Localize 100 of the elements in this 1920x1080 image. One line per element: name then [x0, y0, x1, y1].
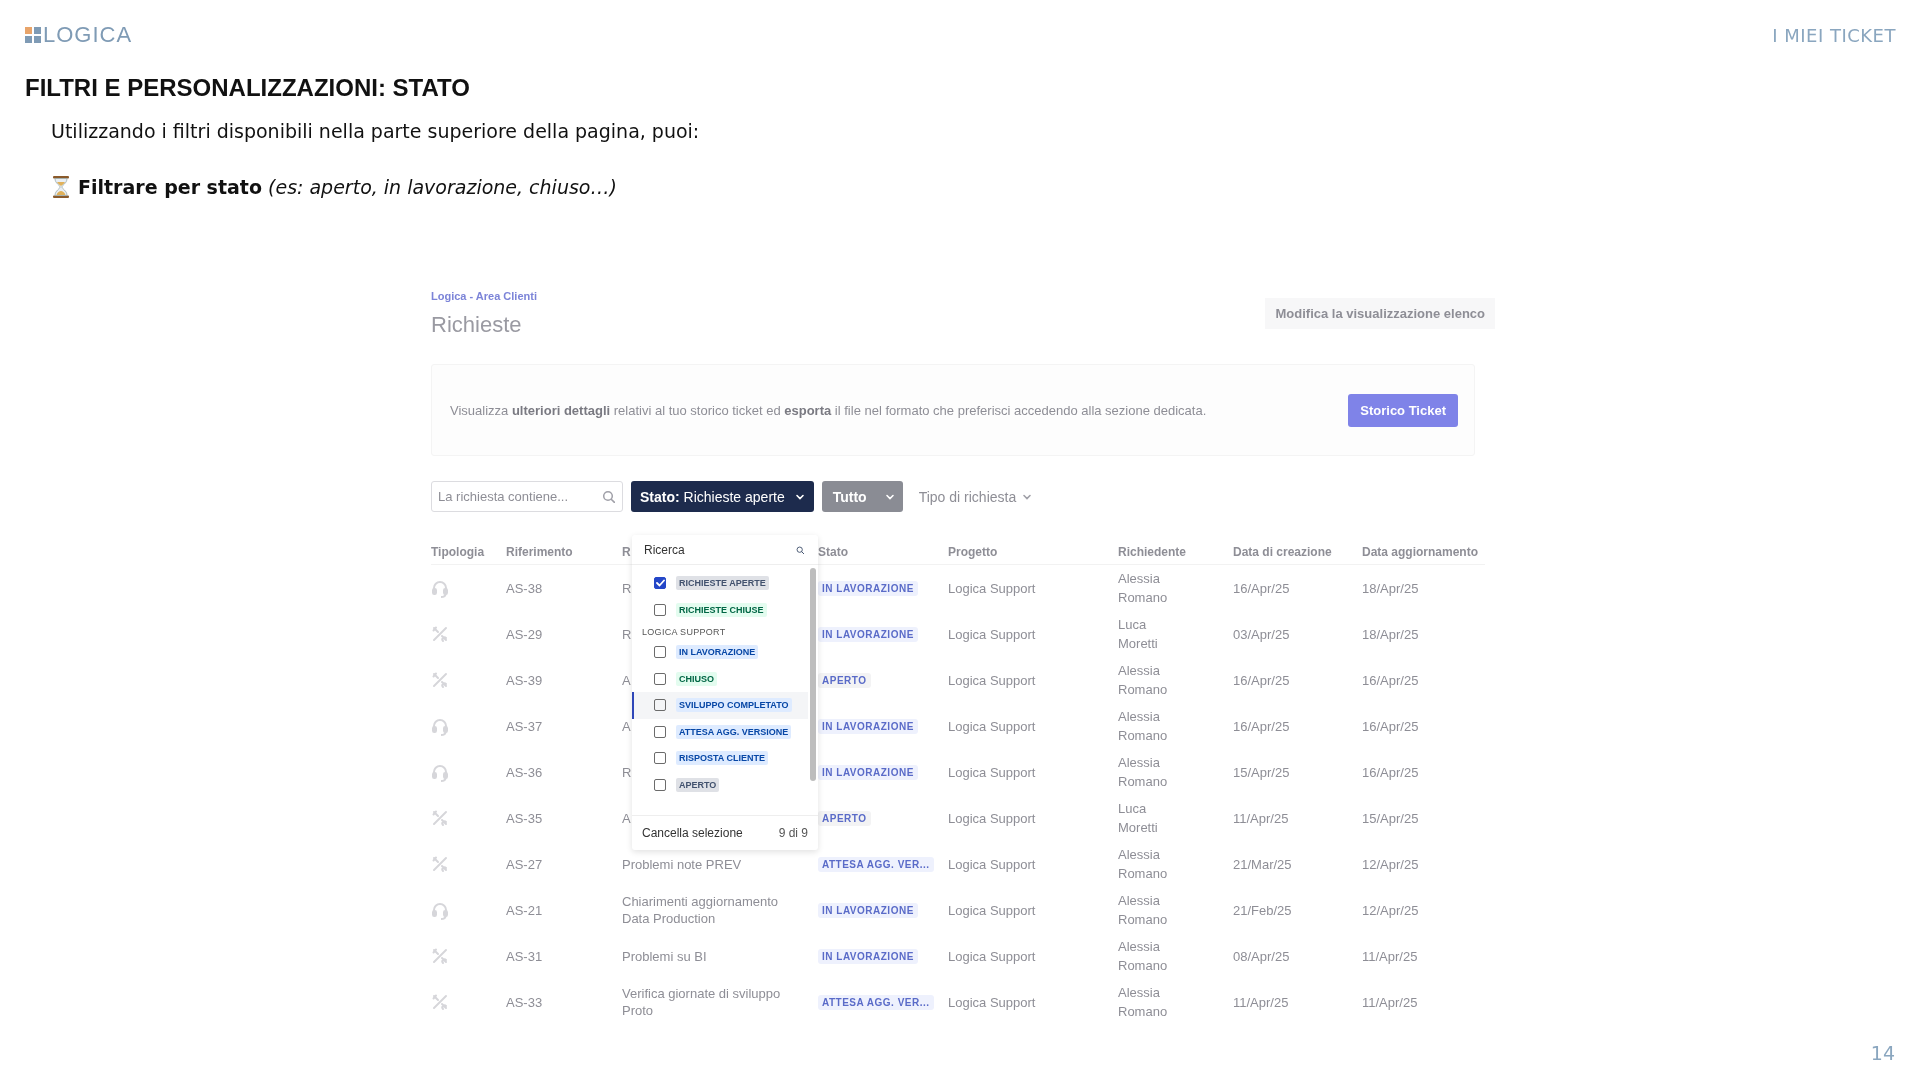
table-cell-text: AS-36: [506, 763, 544, 782]
table-cell: 12/Apr/25: [1362, 856, 1419, 872]
status-option[interactable]: SVILUPPO COMPLETATO: [632, 692, 808, 719]
tools-icon: [431, 854, 449, 874]
table-cell-text: Luca Moretti: [1118, 800, 1159, 837]
table-cell: Logica Support: [948, 856, 1036, 872]
table-cell: Logica Support: [948, 764, 1036, 780]
table-cell: 11/Apr/25: [1362, 948, 1418, 964]
checkbox[interactable]: [654, 646, 666, 659]
status-tag: ATTESA AGG. VER...: [818, 994, 934, 1010]
table-cell-text: AS-27: [506, 855, 544, 874]
column-header[interactable]: Data aggiornamento: [1362, 539, 1485, 565]
type-filter-button[interactable]: Tipo di richiesta: [910, 481, 1041, 512]
bullet-text: Filtrare per stato (es: aperto, in lavorazione, chiuso…): [78, 176, 617, 198]
status-tag: APERTO: [818, 672, 871, 688]
table-cell: 16/Apr/25: [1233, 718, 1290, 734]
edit-view-button[interactable]: Modifica la visualizzazione elenco: [1265, 298, 1495, 329]
status-tag: IN LAVORAZIONE: [818, 764, 918, 780]
status-option[interactable]: IN LAVORAZIONE: [632, 639, 808, 666]
status-tag: CHIUSO: [676, 671, 717, 686]
table-cell-text: AS-35: [506, 809, 544, 828]
table-cell-text: AS-29: [506, 625, 544, 644]
status-option[interactable]: RICHIESTE APERTE: [632, 570, 808, 597]
column-header[interactable]: Data di creazione: [1233, 539, 1362, 565]
table-cell-text: Alessia Romano: [1118, 570, 1169, 607]
tools-icon: [431, 808, 449, 828]
slide-title: FILTRI E PERSONALIZZAZIONI: STATO: [25, 74, 471, 102]
section-title: I MIEI TICKET: [1772, 24, 1896, 46]
scrollbar[interactable]: [810, 568, 816, 781]
checkbox[interactable]: [654, 725, 666, 738]
checkbox[interactable]: [654, 603, 666, 616]
table-cell: Logica Support: [948, 626, 1036, 642]
table-cell-text: AS-31: [506, 947, 544, 966]
table-cell-text: AS-38: [506, 579, 544, 598]
table-cell-text: Alessia Romano: [1118, 938, 1169, 975]
page-title: Richieste: [431, 312, 523, 338]
table-cell: A: [622, 671, 631, 689]
breadcrumb-link[interactable]: Logica - Area Clienti: [431, 290, 537, 302]
status-option[interactable]: RISPOSTA CLIENTE: [632, 745, 808, 772]
status-option[interactable]: CHIUSO: [632, 665, 808, 692]
history-button[interactable]: Storico Ticket: [1348, 393, 1458, 427]
column-header[interactable]: Tipologia: [431, 539, 506, 565]
checkbox[interactable]: [654, 699, 666, 712]
checkbox[interactable]: [654, 577, 666, 590]
table-cell: 12/Apr/25: [1362, 902, 1419, 918]
headset-icon: [431, 716, 449, 736]
headset-icon: [431, 578, 449, 598]
table-cell: 16/Apr/25: [1362, 764, 1419, 780]
all-filter-button[interactable]: Tutto: [821, 481, 903, 512]
status-tag: APERTO: [818, 810, 871, 826]
table-cell-text: Alessia Romano: [1118, 846, 1169, 883]
table-cell-text: AS-21: [506, 901, 544, 920]
table-cell: 16/Apr/25: [1362, 672, 1419, 688]
clear-selection-button[interactable]: Cancella selezione: [642, 826, 743, 840]
group-label: LOGICA SUPPORT: [641, 626, 727, 639]
status-tag: RISPOSTA CLIENTE: [676, 751, 768, 766]
table-cell: Logica Support: [948, 948, 1036, 964]
table-cell-text: Chiarimenti aggiornamento Data Production: [622, 893, 780, 927]
checkbox[interactable]: [654, 672, 666, 685]
table-cell: Logica Support: [948, 672, 1036, 688]
status-tag: RICHIESTE APERTE: [676, 576, 769, 591]
tools-icon: [431, 624, 449, 644]
logo-text: LOGICA: [43, 22, 133, 48]
status-tag: RICHIESTE CHIUSE: [676, 602, 767, 617]
table-cell: 11/Apr/25: [1362, 994, 1418, 1010]
tools-icon: [431, 946, 449, 966]
status-option[interactable]: APERTO: [632, 771, 808, 798]
table-cell: Problemi note PREV: [622, 855, 742, 873]
column-header[interactable]: Riferimento: [506, 539, 622, 565]
status-tag: SVILUPPO COMPLETATO: [676, 698, 792, 713]
checkbox[interactable]: [654, 752, 666, 765]
table-cell: 21/Feb/25: [1233, 902, 1292, 918]
search-field[interactable]: La richiesta contiene...: [431, 481, 623, 512]
status-filter-button[interactable]: Stato: Richieste aperte: [631, 481, 814, 512]
dropdown-search-field[interactable]: Ricerca: [642, 541, 796, 558]
table-cell-text: Alessia Romano: [1118, 754, 1169, 791]
table-cell: Logica Support: [948, 810, 1036, 826]
banner-text: Visualizza ulteriori dettagli relativi al tuo storico ticket ed esporta il file nel formato che preferisci accedendo alla sezione dedicata.: [450, 402, 1207, 418]
table-cell: 11/Apr/25: [1233, 810, 1289, 826]
table-cell: 21/Mar/25: [1233, 856, 1292, 872]
hourglass-icon: [52, 176, 70, 198]
status-option[interactable]: ATTESA AGG. VERSIONE: [632, 718, 808, 745]
column-header[interactable]: Richiedente: [1118, 539, 1233, 565]
table-cell: Logica Support: [948, 994, 1036, 1010]
table-cell: 18/Apr/25: [1362, 626, 1419, 642]
table-cell-text: AS-33: [506, 993, 544, 1012]
table-cell: R: [622, 579, 632, 597]
table-cell: A: [622, 809, 631, 827]
table-cell: 15/Apr/25: [1233, 764, 1290, 780]
column-header[interactable]: Progetto: [948, 539, 1118, 565]
table-cell: 18/Apr/25: [1362, 580, 1419, 596]
table-cell: 16/Apr/25: [1362, 718, 1419, 734]
table-cell: 16/Apr/25: [1233, 672, 1290, 688]
table-cell: 03/Apr/25: [1233, 626, 1290, 642]
status-option[interactable]: RICHIESTE CHIUSE: [632, 596, 808, 623]
checkbox[interactable]: [654, 778, 666, 791]
table-cell-text: Alessia Romano: [1118, 892, 1169, 929]
table-cell: R: [622, 625, 632, 643]
search-icon: [602, 490, 615, 503]
search-icon: [796, 543, 804, 556]
